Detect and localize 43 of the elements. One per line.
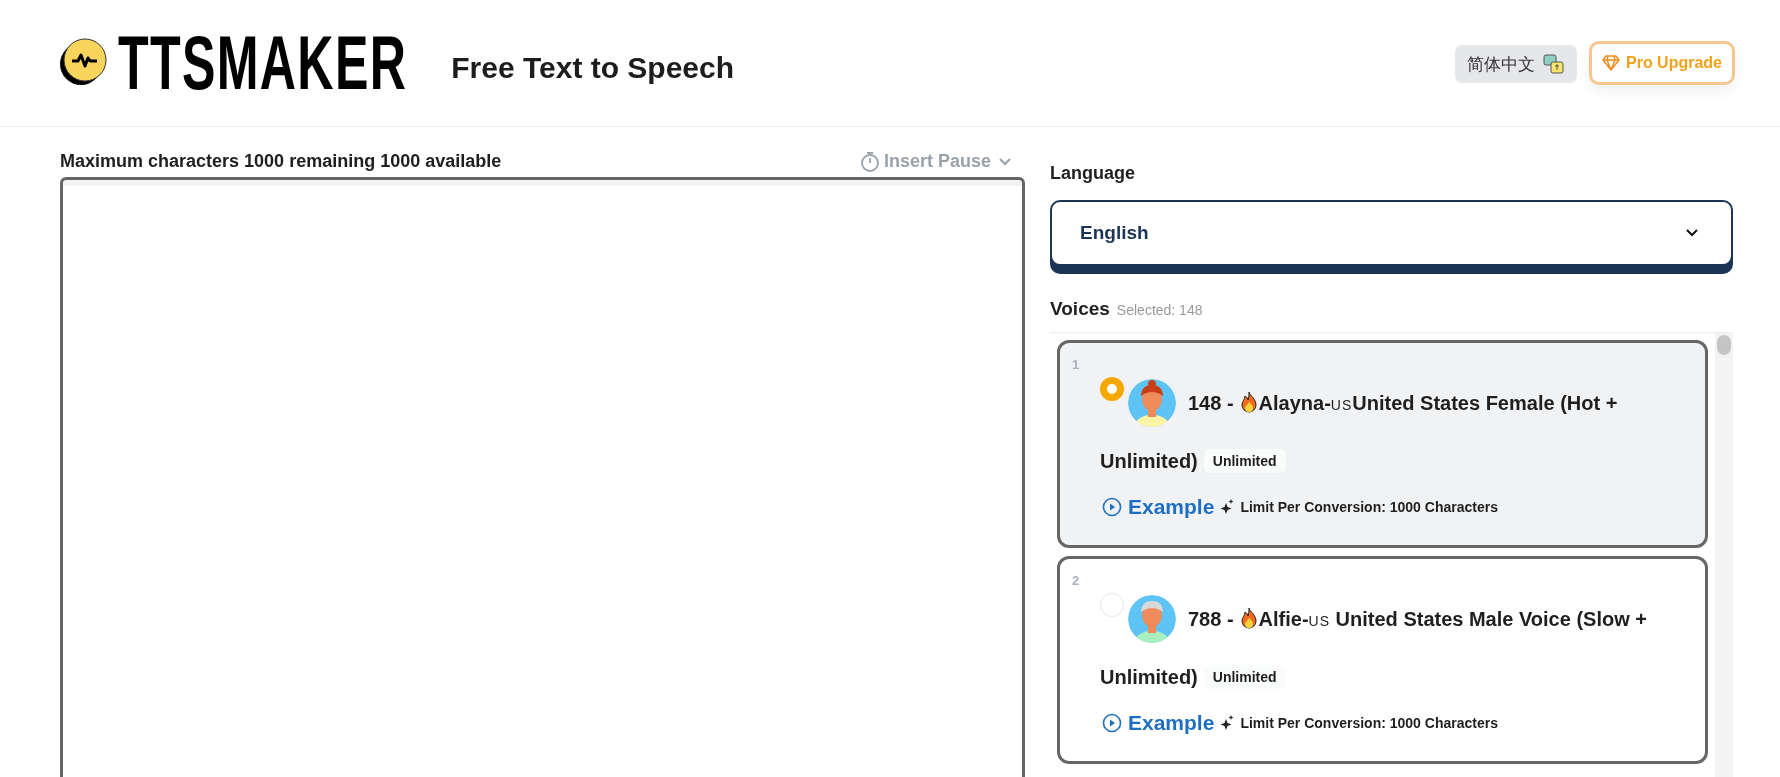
region-code: US <box>1308 613 1331 629</box>
language-switch-button[interactable]: 简体中文 <box>1455 45 1577 83</box>
voice-name: Alfie- <box>1258 608 1309 630</box>
voice-id: 788 - <box>1188 608 1234 630</box>
example-play-button[interactable]: Example <box>1102 495 1215 519</box>
region-code: US <box>1330 397 1353 413</box>
timer-icon <box>859 151 880 172</box>
sparkle-icon <box>1220 499 1235 515</box>
avatar-icon <box>1128 595 1176 643</box>
play-icon <box>1102 713 1122 733</box>
language-label: Language <box>1050 161 1136 185</box>
voice-number: 2 <box>1072 573 1081 590</box>
radio-button[interactable] <box>1100 377 1124 401</box>
voice-description: Unlimited) <box>1100 450 1198 472</box>
chevron-down-icon <box>1685 228 1699 238</box>
example-play-button[interactable]: Example <box>1102 711 1215 735</box>
logo-wordmark: TTSMAKER <box>118 25 408 101</box>
voice-card[interactable]: 1 148 - Alayna-USUnited States Female (Hot + Unlimited) Unlimited Example Limit Per Conversion: 1000 Characters <box>1057 340 1708 548</box>
site-tagline: Free Text to Speech <box>451 51 735 85</box>
play-icon <box>1102 497 1122 517</box>
translate-icon <box>1543 53 1565 75</box>
conversion-limit-text: Limit Per Conversion: 1000 Characters <box>1240 715 1498 731</box>
flame-icon <box>1239 391 1258 413</box>
voice-id: 148 - <box>1188 392 1234 414</box>
logo-icon <box>60 38 110 88</box>
selected-count: Selected: 148 <box>1116 302 1203 318</box>
voice-number: 1 <box>1072 357 1081 374</box>
sparkle-icon <box>1220 715 1235 731</box>
conversion-limit-text: Limit Per Conversion: 1000 Characters <box>1240 499 1498 515</box>
unlimited-tag: Unlimited <box>1203 449 1286 473</box>
voice-name: Alayna- <box>1258 392 1331 414</box>
voice-card[interactable]: 2 788 - Alfie-US United States Male Voice (Slow + Unlimited) Unlimited Example Limit Per Conversion: 1000 Characters <box>1057 556 1708 764</box>
scrollbar[interactable] <box>1715 333 1733 777</box>
diamond-icon <box>1602 55 1620 71</box>
voice-description: United States Male Voice (Slow + <box>1334 608 1647 630</box>
text-input-field[interactable] <box>60 177 1025 777</box>
voices-label: Voices <box>1050 298 1110 320</box>
voice-description: United States Female (Hot + <box>1352 392 1618 414</box>
character-limit-text: Maximum characters 1000 remaining 1000 available <box>60 151 502 172</box>
unlimited-tag: Unlimited <box>1203 665 1286 689</box>
avatar-icon <box>1128 379 1176 427</box>
flame-icon <box>1239 607 1258 629</box>
voice-description: Unlimited) <box>1100 666 1198 688</box>
